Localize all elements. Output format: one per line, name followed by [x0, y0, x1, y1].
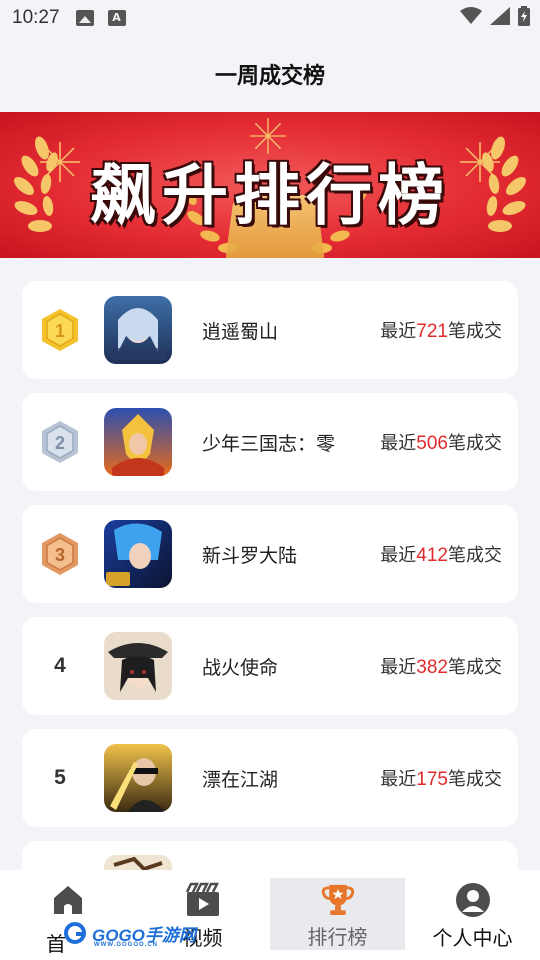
game-name: 战火使命 [202, 656, 279, 679]
deal-count: 最近175笔成交 [380, 769, 502, 790]
status-bar: 10:27 A [0, 0, 540, 36]
tab-profile-label: 个人中心 [432, 926, 513, 950]
game-name: 少年三国志：零 [202, 432, 336, 455]
medal-rank-number: 2 [55, 433, 65, 453]
rank-cell: 2 [22, 393, 104, 491]
gallery-notification-icon [75, 10, 94, 26]
home-icon [53, 886, 82, 914]
rank-number: 4 [54, 654, 66, 677]
tab-ranking[interactable]: 排行榜 [270, 878, 405, 950]
banner-title: 飙升排行榜 [90, 157, 450, 234]
medal-rank-number: 3 [55, 545, 65, 565]
battery-icon [518, 6, 530, 26]
ranking-row[interactable]: 2 少年三国志：零 最近506笔成交 [22, 393, 518, 491]
gold-medal-icon: 1 [42, 309, 78, 351]
rank-cell: 3 [22, 505, 104, 603]
game-icon [104, 520, 172, 588]
game-name: 新斗罗大陆 [202, 544, 298, 567]
deal-count: 最近506笔成交 [380, 433, 502, 454]
deal-count-number: 412 [416, 545, 448, 566]
rank-cell: 4 [22, 617, 104, 715]
bronze-medal-icon: 3 [42, 533, 78, 575]
deal-count: 最近721笔成交 [380, 321, 502, 342]
status-indicators [460, 6, 530, 26]
game-name: 漂在江湖 [202, 768, 279, 791]
ranking-row[interactable]: 1 逍遥蜀山 最近721笔成交 [22, 281, 518, 379]
tab-ranking-label: 排行榜 [307, 925, 368, 949]
watermark-logo: GOGO手游网 WWW.GOGOO.CN [64, 920, 196, 948]
tab-profile[interactable]: 个人中心 [405, 870, 540, 960]
game-icon [104, 744, 172, 812]
deal-count-number: 175 [416, 769, 448, 790]
ranking-row[interactable]: 3 新斗罗大陆 最近412笔成交 [22, 505, 518, 603]
rank-cell: 1 [22, 281, 104, 379]
deal-count-number: 382 [416, 657, 448, 678]
deal-count: 最近412笔成交 [380, 545, 502, 566]
tab-home-label: 首 [46, 932, 66, 956]
hero-banner: 飙升排行榜 [0, 112, 540, 258]
bottom-tab-bar: 首 视频 排行榜 个人中心 GOGO手游网 WWW.GOGOO.CN [0, 870, 540, 960]
user-icon [455, 883, 490, 917]
medal-rank-number: 1 [55, 321, 65, 341]
a-notification-icon: A [107, 10, 126, 26]
page-title: 一周成交榜 [214, 64, 325, 89]
game-icon [104, 632, 172, 700]
deal-count-number: 506 [416, 433, 448, 454]
trophy-icon [321, 884, 354, 916]
game-icon [104, 296, 172, 364]
rank-cell: 5 [22, 729, 104, 827]
video-icon [185, 882, 219, 916]
gogo-logo-icon [64, 922, 86, 944]
deal-count-number: 721 [416, 321, 448, 342]
status-time: 10:27 [12, 7, 60, 28]
deal-count: 最近382笔成交 [380, 657, 502, 678]
ranking-row[interactable]: 4 战火使命 最近382笔成交 [22, 617, 518, 715]
silver-medal-icon: 2 [42, 421, 78, 463]
game-name: 逍遥蜀山 [202, 320, 279, 343]
game-icon [104, 408, 172, 476]
ranking-row[interactable]: 5 漂在江湖 最近175笔成交 [22, 729, 518, 827]
watermark-subtext: WWW.GOGOO.CN [94, 942, 158, 948]
rank-number: 5 [54, 766, 66, 789]
signal-icon [490, 7, 510, 25]
wifi-icon [460, 7, 482, 24]
